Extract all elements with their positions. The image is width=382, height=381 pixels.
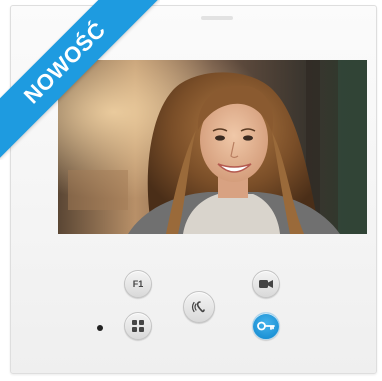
camera-button[interactable] [252, 270, 280, 298]
menu-button[interactable] [124, 312, 152, 340]
door-open-button[interactable] [252, 312, 280, 340]
new-badge-label: NOWOŚĆ [0, 0, 160, 160]
key-door-open-icon [257, 321, 275, 331]
f1-button[interactable]: F1 [124, 270, 152, 298]
camera-icon [259, 280, 273, 288]
grid-menu-icon [132, 320, 144, 332]
speaker-slot [201, 16, 233, 20]
talk-button[interactable] [183, 291, 215, 323]
new-badge: NOWOŚĆ [0, 0, 160, 160]
handset-talk-icon [191, 301, 205, 313]
status-led [97, 325, 103, 331]
f1-button-label: F1 [132, 279, 144, 289]
